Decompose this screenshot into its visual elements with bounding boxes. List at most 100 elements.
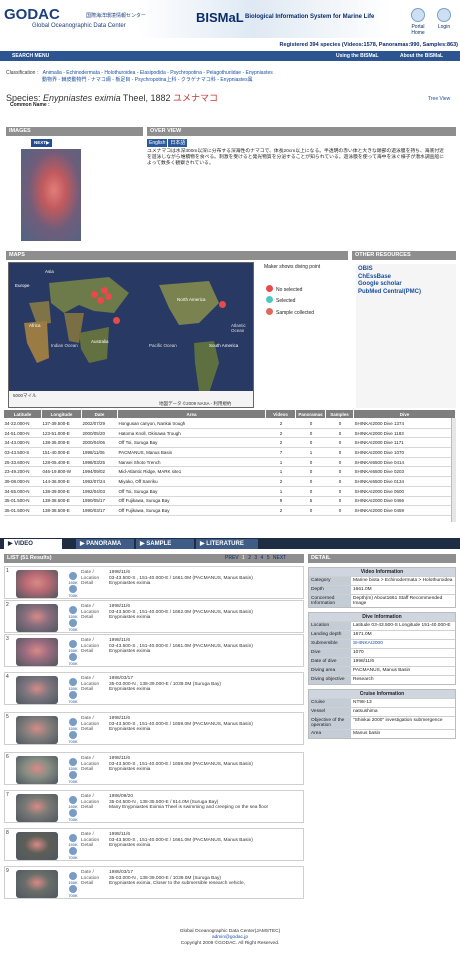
- login-link[interactable]: Login: [431, 24, 457, 30]
- download-150k-button[interactable]: 150K: [65, 758, 81, 771]
- download-150k-button[interactable]: 150K: [65, 872, 81, 885]
- dive-cell[interactable]: SHINKAI6500 Dive 0414: [353, 457, 456, 468]
- video-list-item[interactable]: 9 150K 700K Date / Location 1986/03/17 35-03.…: [4, 866, 304, 899]
- dive-row[interactable]: 24-51.000-N 123-51.000-E 2000/05/20 Hatoma …: [3, 428, 456, 439]
- video-thumbnail[interactable]: [16, 794, 58, 822]
- about-bismal-link[interactable]: About the BISMaL: [400, 53, 443, 59]
- download-700k-button[interactable]: 700K: [65, 771, 81, 784]
- dive-row[interactable]: 35-01.500-N 138-38.500-E 1990/03/17 Off Fuj…: [3, 505, 456, 516]
- video-thumbnail[interactable]: [16, 570, 58, 598]
- dive-row[interactable]: 34-22.000-N 137-39.500-E 2002/07/29 Hongusa…: [3, 418, 456, 429]
- dives-col-header[interactable]: Dive: [353, 409, 456, 419]
- dive-row[interactable]: 34-55.000-N 138-39.000-E 1992/04/03 Off Toi…: [3, 486, 456, 497]
- map-marker[interactable]: [105, 293, 112, 300]
- map-marker[interactable]: [91, 291, 98, 298]
- dives-col-header[interactable]: Area: [117, 409, 266, 419]
- pager-page[interactable]: 1: [242, 555, 245, 561]
- video-list-item[interactable]: 5 150K 700K Date / Location 1998/11/6 03-43.5…: [4, 712, 304, 745]
- dives-col-header[interactable]: Latitude: [3, 409, 42, 419]
- lang-japanese-button[interactable]: 日本語: [168, 139, 188, 147]
- video-thumbnail[interactable]: [16, 676, 58, 704]
- pager-prev[interactable]: PREV: [225, 555, 239, 561]
- dives-col-header[interactable]: Panoramas: [295, 409, 326, 419]
- video-list-item[interactable]: 2 150K 700K Date / Location 1998/11/6 03-43.5…: [4, 600, 304, 633]
- download-150k-button[interactable]: 150K: [65, 678, 81, 691]
- dive-cell[interactable]: SHINKAI2000 Dive 1171: [353, 437, 456, 449]
- dive-cell[interactable]: SHINKAI2000 Dive 1374: [353, 418, 456, 429]
- video-thumbnail[interactable]: [16, 638, 58, 666]
- video-list-item[interactable]: 6 150K 700K Date / Location 1998/11/6 03-43.5…: [4, 752, 304, 785]
- tree-view-link[interactable]: Tree View: [428, 96, 450, 102]
- dive-row[interactable]: 25-33.600-N 128-05.400-E 1998/03/25 Nansei …: [3, 457, 456, 468]
- download-150k-button[interactable]: 150K: [65, 834, 81, 847]
- tab-literature[interactable]: ▶ LITERATURE: [196, 539, 258, 549]
- map-marker[interactable]: [219, 301, 226, 308]
- pager-next[interactable]: NEXT: [273, 555, 286, 561]
- download-700k-button[interactable]: 700K: [65, 585, 81, 598]
- download-150k-button[interactable]: 150K: [65, 796, 81, 809]
- dives-col-header[interactable]: Date: [81, 409, 118, 419]
- map-marker[interactable]: [113, 317, 120, 324]
- tab-panorama[interactable]: ▶ PANORAMA: [76, 539, 134, 549]
- dive-cell[interactable]: SHINKAI2000 Dive 1183: [353, 428, 456, 439]
- resource-link[interactable]: PubMed Central(PMC): [358, 289, 454, 297]
- dives-table-scrollbar[interactable]: [451, 418, 456, 522]
- download-700k-button[interactable]: 700K: [65, 691, 81, 704]
- download-700k-button[interactable]: 700K: [65, 847, 81, 860]
- pager-page[interactable]: 2: [248, 555, 251, 561]
- video-list-item[interactable]: 7 150K 700K Date / Location 1986/09/20 35-04.…: [4, 790, 304, 823]
- video-thumbnail[interactable]: [16, 604, 58, 632]
- video-list-item[interactable]: 3 150K 700K Date / Location 1998/11/6 03-43.5…: [4, 634, 304, 667]
- video-list-item[interactable]: 1 150K 700K Date / Location 1998/11/6 03-43.5…: [4, 566, 304, 599]
- video-thumbnail[interactable]: [16, 756, 58, 784]
- dive-cell[interactable]: SHINKAI2000 Dive 1070: [353, 447, 456, 458]
- download-150k-button[interactable]: 150K: [65, 718, 81, 731]
- classification-jp[interactable]: 動物界 - 棘皮動物門 - ナマコ綱 - 板足目 - Psychropotina…: [42, 77, 253, 83]
- dives-col-header[interactable]: Samples: [325, 409, 354, 419]
- dive-map[interactable]: Asia Europe Africa North America South A…: [8, 262, 254, 408]
- dives-col-header[interactable]: Videos: [265, 409, 296, 419]
- dive-cell[interactable]: SHINKAI2000 Dive 0600: [353, 486, 456, 497]
- search-menu-link[interactable]: SEARCH MENU: [12, 53, 49, 59]
- download-150k-button[interactable]: 150K: [65, 572, 81, 585]
- download-700k-button[interactable]: 700K: [65, 619, 81, 632]
- video-thumbnail[interactable]: [16, 832, 58, 860]
- map-marker[interactable]: [97, 297, 104, 304]
- login-icon[interactable]: [437, 8, 451, 22]
- video-list-item[interactable]: 8 150K 700K Date / Location 1998/11/6 03-43.5…: [4, 828, 304, 861]
- download-150k-button[interactable]: 150K: [65, 640, 81, 653]
- video-list-item[interactable]: 4 150K 700K Date / Location 1986/03/17 35-03.…: [4, 672, 304, 705]
- dive-cell[interactable]: SHINKAI2000 Dive 0459: [353, 505, 456, 516]
- classification-en[interactable]: Animalia - Echinodermata - Holothuroidea…: [43, 70, 273, 76]
- dive-cell[interactable]: SHINKAI6500 Dive 0134: [353, 476, 456, 487]
- portal-home-link[interactable]: Portal Home: [405, 24, 431, 36]
- tab-video[interactable]: ▶ VIDEO: [4, 539, 62, 549]
- download-150k-button[interactable]: 150K: [65, 606, 81, 619]
- pager-page[interactable]: 5: [267, 555, 270, 561]
- dive-row[interactable]: 03-43.500-S 151-40.000-E 1998/11/06 PACMANU…: [3, 447, 456, 458]
- portal-home-icon[interactable]: [411, 8, 425, 22]
- video-thumbnail[interactable]: [16, 716, 58, 744]
- dive-cell[interactable]: SHINKAI2000 Dive 0466: [353, 496, 456, 507]
- detail-value[interactable]: SHINKAI2000: [351, 640, 455, 648]
- species-photo[interactable]: [21, 149, 81, 241]
- download-700k-button[interactable]: 700K: [65, 653, 81, 666]
- resource-link[interactable]: OBIS: [358, 266, 454, 274]
- video-thumbnail[interactable]: [16, 870, 58, 898]
- dive-cell[interactable]: SHINKAI6500 Dive 0203: [353, 466, 456, 478]
- dives-col-header[interactable]: Longitude: [41, 409, 82, 419]
- pager-page[interactable]: 4: [261, 555, 264, 561]
- dive-row[interactable]: 34-43.000-N 138-35.000-E 2000/04/06 Off Toi…: [3, 437, 456, 449]
- dive-row[interactable]: 35-01.500-N 138-38.500-E 1990/05/17 Off Fuj…: [3, 496, 456, 507]
- dive-row[interactable]: 39-08.000-N 144-36.000-E 1992/07/24 Miyako,…: [3, 476, 456, 487]
- pager-page[interactable]: 3: [254, 555, 257, 561]
- download-700k-button[interactable]: 700K: [65, 809, 81, 822]
- images-next-button[interactable]: NEXT▶: [31, 139, 53, 147]
- godac-logo[interactable]: GODAC: [4, 6, 60, 23]
- dive-row[interactable]: 23-49.200-N 046-19.800-W 1994/09/02 Mid-Atl…: [3, 466, 456, 478]
- download-700k-button[interactable]: 700K: [65, 731, 81, 744]
- bismal-title[interactable]: BISMaL: [196, 10, 244, 25]
- lang-english-button[interactable]: English: [147, 139, 168, 147]
- tab-sample[interactable]: ▶ SAMPLE: [136, 539, 194, 549]
- using-bismal-link[interactable]: Using the BISMaL: [336, 53, 379, 59]
